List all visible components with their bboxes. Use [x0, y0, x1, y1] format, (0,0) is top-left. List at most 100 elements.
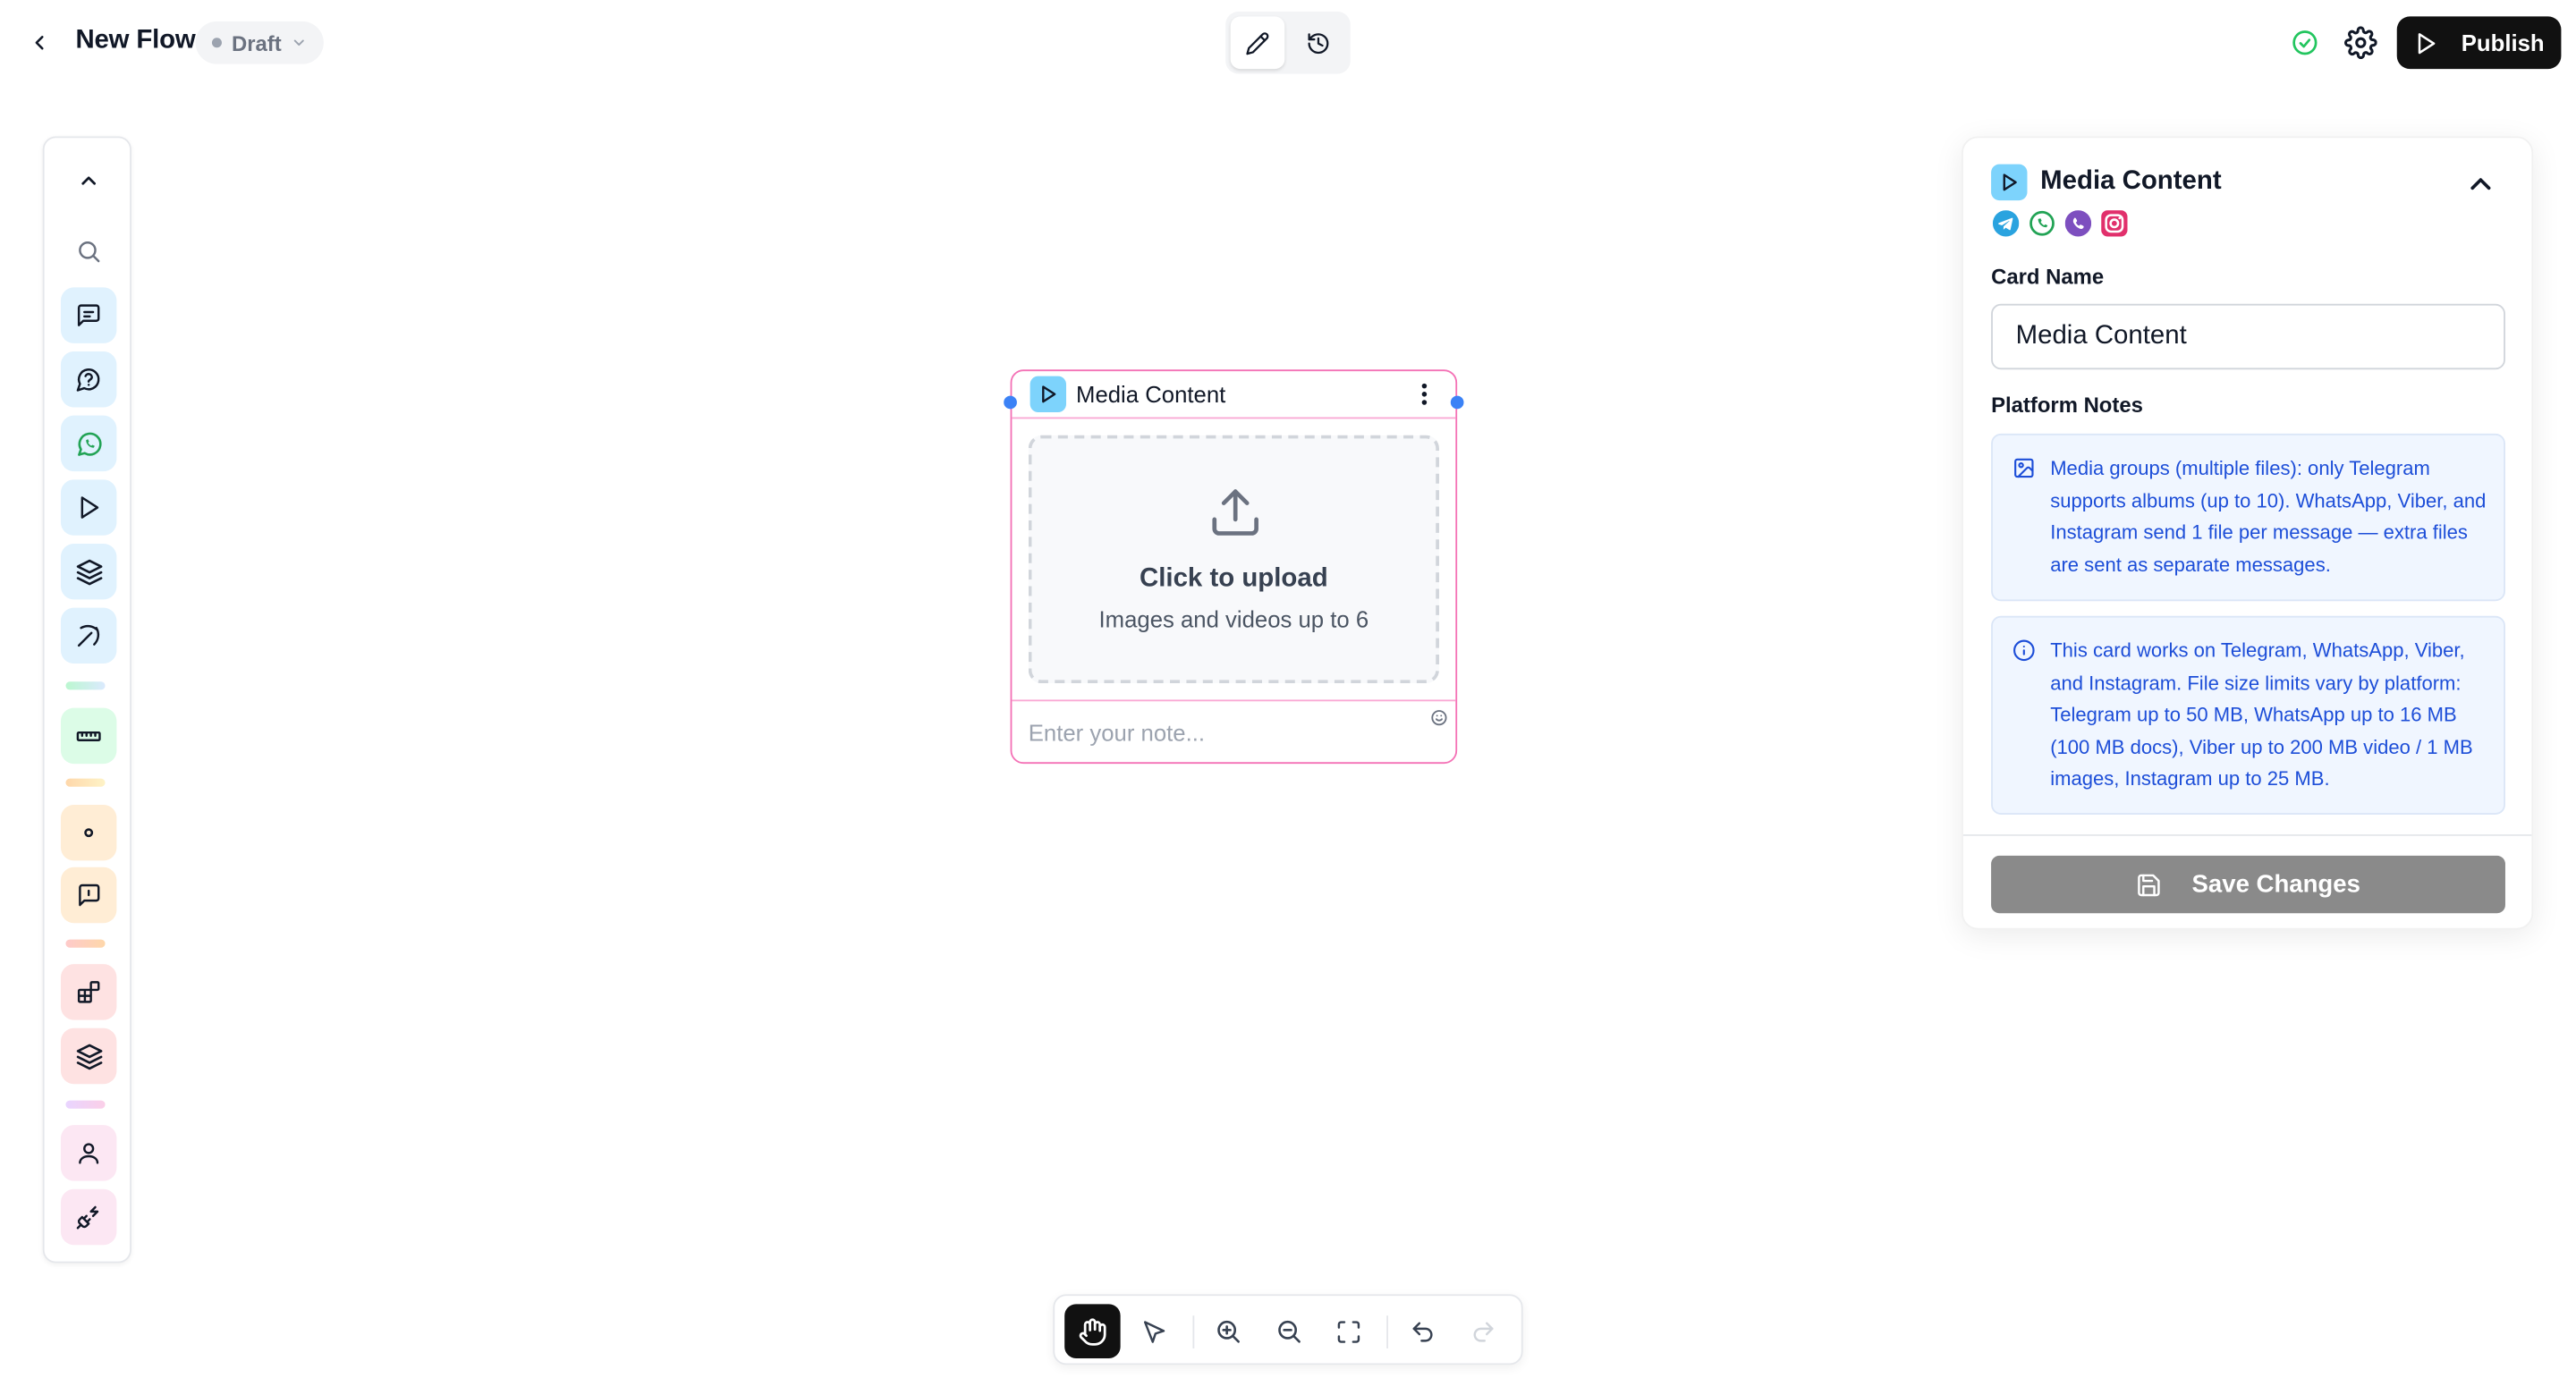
search-nodes-button[interactable]: [61, 224, 116, 279]
status-dot: [211, 38, 222, 48]
panel-divider: [1962, 834, 2532, 836]
input-handle[interactable]: [1004, 395, 1017, 410]
undo-button[interactable]: [1394, 1304, 1450, 1358]
ruler-icon: [76, 731, 101, 741]
collapse-panel-button[interactable]: [2464, 167, 2497, 200]
panel-title: Media Content: [2040, 167, 2222, 196]
publish-button[interactable]: Publish: [2396, 16, 2562, 70]
palette-item-condition[interactable]: [60, 804, 117, 861]
fit-view-icon: [1337, 1320, 1360, 1342]
history-icon: [1308, 32, 1329, 54]
palette-divider: [65, 1100, 106, 1109]
node-menu-button[interactable]: [1413, 381, 1436, 407]
panel-type-badge: [1991, 164, 2028, 201]
play-icon: [2419, 32, 2436, 54]
upload-dropzone[interactable]: Click to upload Images and videos up to …: [1028, 435, 1439, 684]
card-name-label: Card Name: [1991, 264, 2105, 290]
back-button[interactable]: [23, 26, 56, 59]
zoom-out-button[interactable]: [1260, 1304, 1316, 1358]
palette-item-layers[interactable]: [60, 543, 117, 600]
upload-subtitle: Images and videos up to 6: [1098, 605, 1369, 633]
pointer-icon: [1143, 1320, 1165, 1342]
save-icon: [2138, 873, 2161, 896]
supported-platforms: [1992, 210, 2128, 237]
play-icon: [2003, 173, 2017, 191]
palette-item-integrations[interactable]: [60, 964, 117, 1020]
check-circle-icon: [2292, 30, 2318, 55]
pencil-icon: [1246, 31, 1269, 55]
platform-notes-label: Platform Notes: [1991, 392, 2143, 418]
gear-icon: [2344, 26, 2377, 60]
node-header: Media Content: [1012, 371, 1456, 419]
status-dropdown[interactable]: Draft: [195, 21, 325, 64]
node-settings-panel: Media Content Card Name Platform Notes M…: [1962, 136, 2534, 930]
palette-item-media[interactable]: [60, 479, 117, 536]
note-input[interactable]: [1028, 714, 1407, 751]
smile-icon: [1431, 710, 1447, 726]
zoom-out-icon: [1277, 1320, 1300, 1343]
dot-icon: [84, 828, 94, 838]
node-type-badge: [1030, 376, 1067, 413]
palette-item-stack[interactable]: [60, 1027, 117, 1085]
search-icon: [79, 241, 100, 263]
whatsapp-icon: [2029, 210, 2055, 236]
palette-item-question[interactable]: [60, 351, 117, 408]
palette-item-connector[interactable]: [60, 1188, 117, 1246]
select-tool-button[interactable]: [1127, 1304, 1182, 1358]
palette-divider: [65, 939, 106, 948]
collapse-palette-button[interactable]: [61, 153, 116, 208]
edit-mode-button[interactable]: [1230, 16, 1285, 70]
save-changes-button[interactable]: Save Changes: [1991, 855, 2505, 914]
media-content-node[interactable]: Media Content Click to upload Images and…: [1004, 369, 1464, 765]
play-icon: [1042, 385, 1056, 403]
output-handle[interactable]: [1450, 395, 1464, 410]
fit-view-button[interactable]: [1321, 1304, 1377, 1358]
more-vertical-icon: [1421, 383, 1428, 405]
palette-item-user[interactable]: [60, 1125, 117, 1181]
platform-limits-note-text: This card works on Telegram, WhatsApp, V…: [2050, 638, 2473, 791]
chevron-down-icon: [294, 39, 305, 46]
message-square-icon: [79, 884, 100, 907]
palette-item-input[interactable]: [60, 707, 117, 765]
status-label: Draft: [231, 30, 282, 55]
upload-title: Click to upload: [1140, 564, 1328, 594]
card-name-input[interactable]: [1991, 303, 2505, 370]
redo-button[interactable]: [1455, 1304, 1511, 1358]
canvas-controls: [1053, 1294, 1523, 1365]
palette-divider: [65, 778, 106, 787]
history-button[interactable]: [1292, 16, 1346, 69]
layers-icon: [75, 558, 102, 585]
pickaxe-icon: [77, 624, 100, 647]
edit-mode-toggle: [1225, 11, 1351, 74]
settings-button[interactable]: [2344, 26, 2377, 60]
node-title: Media Content: [1076, 381, 1226, 408]
question-bubble-icon: [76, 368, 100, 392]
media-groups-note: Media groups (multiple files): only Tele…: [1991, 433, 2505, 602]
user-icon: [79, 1143, 99, 1164]
media-groups-note-text: Media groups (multiple files): only Tele…: [2050, 456, 2487, 577]
play-icon: [80, 496, 99, 519]
node-palette: [42, 136, 131, 1264]
note-area: [1012, 699, 1456, 762]
palette-item-whatsapp[interactable]: [60, 415, 117, 472]
chevron-up-icon: [2470, 178, 2491, 190]
top-bar: New Flow Draft Publish: [0, 0, 2576, 86]
palette-item-tools[interactable]: [60, 607, 117, 664]
pan-tool-button[interactable]: [1064, 1304, 1121, 1358]
message-icon: [77, 304, 100, 326]
palette-item-message[interactable]: [60, 287, 117, 343]
upload-icon: [1212, 489, 1258, 536]
info-icon: [2013, 639, 2035, 662]
plug-icon: [76, 1205, 99, 1230]
instagram-icon: [2101, 210, 2128, 237]
palette-item-reply[interactable]: [60, 867, 117, 924]
hand-icon: [1079, 1317, 1106, 1345]
publish-label: Publish: [2461, 30, 2545, 56]
zoom-in-icon: [1216, 1320, 1240, 1343]
emoji-button[interactable]: [1431, 709, 1447, 726]
app-root: New Flow Draft Publish Media Content Cli…: [0, 0, 2576, 1395]
chevron-up-icon: [81, 176, 97, 185]
flow-title[interactable]: New Flow: [75, 26, 195, 55]
whatsapp-icon: [77, 431, 101, 455]
zoom-in-button[interactable]: [1199, 1304, 1255, 1358]
